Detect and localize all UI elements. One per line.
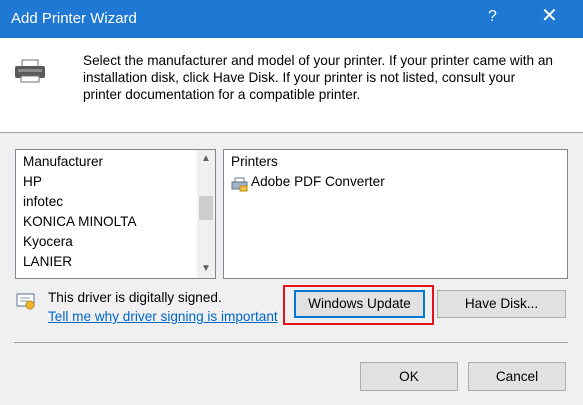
manufacturer-list-header: Manufacturer [23, 154, 104, 169]
close-button[interactable]: ✕ [541, 6, 558, 26]
manufacturer-item[interactable]: LANIER [23, 254, 72, 269]
cancel-button[interactable]: Cancel [468, 362, 566, 391]
scroll-thumb[interactable] [199, 196, 213, 220]
scroll-up-arrow-icon[interactable]: ▲ [197, 150, 215, 168]
printer-icon [15, 59, 45, 83]
window-title: Add Printer Wizard [11, 10, 137, 27]
printers-list[interactable]: Printers Adobe PDF Converter [223, 149, 568, 279]
driver-signing-link[interactable]: Tell me why driver signing is important [48, 309, 278, 324]
manufacturer-item[interactable]: KONICA MINOLTA [23, 214, 137, 229]
manufacturer-item[interactable]: Kyocera [23, 234, 73, 249]
wizard-content: Manufacturer HP infotec KONICA MINOLTA K… [0, 133, 583, 405]
wizard-header: Select the manufacturer and model of you… [0, 38, 583, 132]
footer-divider [14, 342, 568, 343]
manufacturer-item[interactable]: infotec [23, 194, 63, 209]
printer-driver-icon [231, 177, 248, 192]
printer-item[interactable]: Adobe PDF Converter [251, 174, 385, 189]
manufacturer-list[interactable]: Manufacturer HP infotec KONICA MINOLTA K… [15, 149, 216, 279]
manufacturer-scrollbar[interactable]: ▲ ▼ [197, 150, 215, 278]
title-bar: Add Printer Wizard ? ✕ [0, 0, 583, 38]
driver-signed-text: This driver is digitally signed. [48, 290, 222, 305]
manufacturer-item[interactable]: HP [23, 174, 42, 189]
windows-update-button[interactable]: Windows Update [294, 290, 425, 318]
ok-button[interactable]: OK [360, 362, 458, 391]
scroll-down-arrow-icon[interactable]: ▼ [197, 260, 215, 278]
help-button[interactable]: ? [488, 8, 497, 26]
printers-list-header: Printers [231, 154, 278, 169]
have-disk-button[interactable]: Have Disk... [437, 290, 566, 318]
instructions-text: Select the manufacturer and model of you… [83, 53, 553, 102]
signed-driver-icon [16, 293, 35, 310]
